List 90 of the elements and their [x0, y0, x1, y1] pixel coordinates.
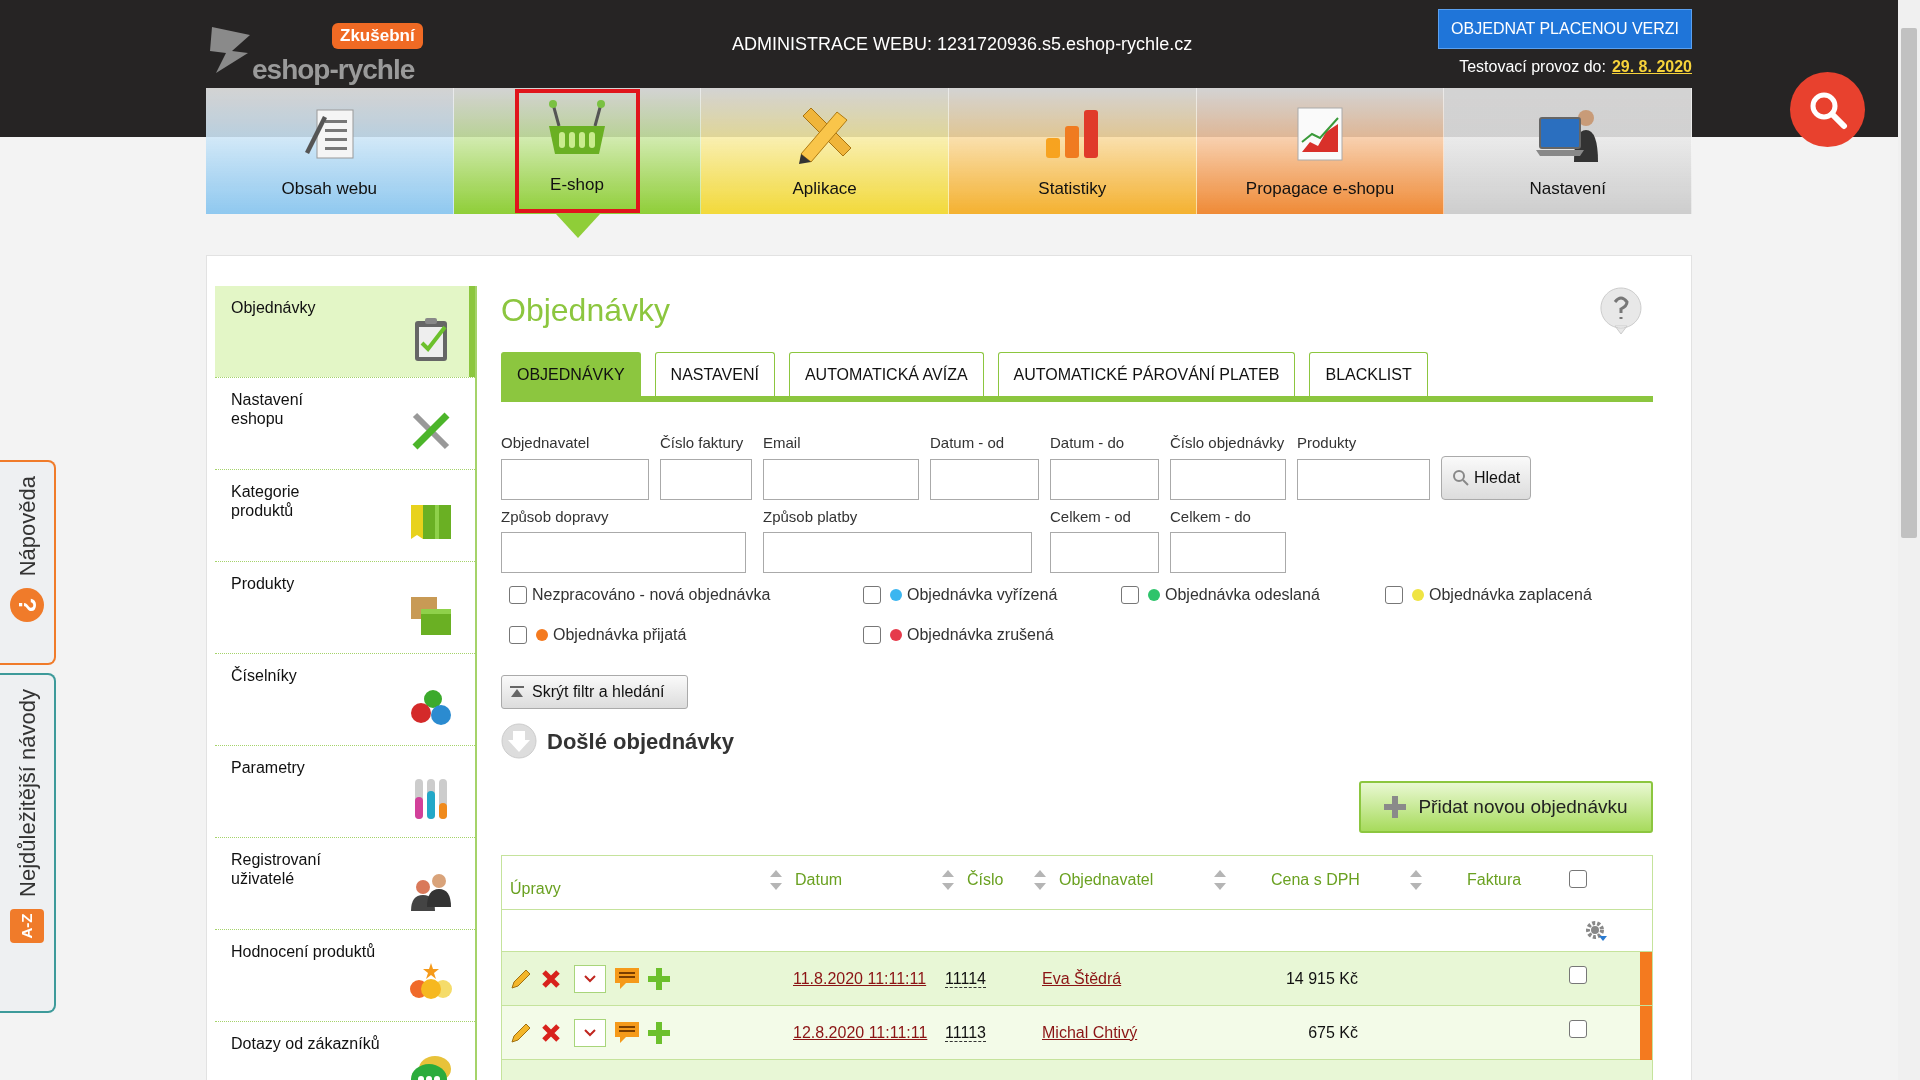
add-icon[interactable] — [648, 1021, 670, 1044]
field-label: Produkty — [1297, 433, 1357, 453]
field-label: Způsob dopravy — [501, 506, 609, 527]
field-label: Datum - do — [1050, 433, 1125, 453]
hide-filter-button[interactable]: Skrýt filtr a hledání — [501, 675, 688, 709]
field-label: Číslo faktury — [660, 433, 744, 453]
side-tab-label: Nejdůležitější návody — [13, 689, 41, 897]
admin-title: ADMINISTRACE WEBU: 1231720936.s5.eshop-rychle.cz — [731, 32, 1193, 56]
field-label: Celkem - od — [1050, 506, 1131, 527]
search-icon — [1452, 468, 1470, 487]
status-label: Objednávka odeslaná — [1165, 585, 1320, 605]
selected-pointer-icon — [555, 214, 600, 238]
order-price: 675 Kč — [1308, 1023, 1358, 1041]
customer-link[interactable]: Eva Štědrá — [1042, 969, 1122, 987]
select-all-checkbox[interactable] — [1569, 870, 1587, 888]
logo-text: eshop-rychle — [252, 53, 415, 87]
nav-tile[interactable]: Obsah webu — [206, 88, 454, 214]
order-number: 11113 — [945, 1023, 986, 1042]
input-field[interactable] — [1050, 532, 1159, 573]
field-label: Celkem - do — [1170, 506, 1251, 527]
tab[interactable]: OBJEDNÁVKY — [501, 352, 641, 396]
delete-icon[interactable] — [540, 967, 562, 990]
edition-badge: Zkušební — [332, 23, 423, 49]
field-label: Objednavatel — [501, 433, 590, 453]
status-checkbox[interactable] — [863, 626, 881, 644]
trial-label: Testovací provoz do: — [1459, 57, 1606, 77]
trial-date-link[interactable]: 29. 8. 2020 — [1611, 55, 1692, 79]
input-field[interactable] — [930, 458, 1039, 500]
settings-icon[interactable] — [1584, 918, 1608, 943]
order-button[interactable]: OBJEDNAT PLACENOU VERZI — [1438, 9, 1692, 49]
side-tab-label: Nápověda — [13, 476, 41, 577]
add-order-button[interactable]: Přidat novou objednávku — [1359, 781, 1653, 833]
sms-bubble-icon[interactable] — [614, 1020, 640, 1045]
nav-tile[interactable]: Nastavení — [1444, 88, 1693, 214]
order-number: 11114 — [945, 969, 986, 988]
tab[interactable]: BLACKLIST — [1309, 352, 1428, 396]
sms-bubble-icon[interactable] — [614, 966, 640, 991]
input-field[interactable] — [1297, 458, 1430, 500]
input-field[interactable] — [1050, 458, 1159, 500]
status-checkbox[interactable] — [1385, 586, 1403, 604]
status-checkbox[interactable] — [1121, 586, 1139, 604]
status-label: Objednávka zaplacená — [1429, 585, 1592, 605]
order-date-link[interactable]: 12.8.2020 11:11:11 — [793, 1023, 928, 1041]
sidebar-item[interactable]: Objednávky — [215, 286, 475, 377]
status-label: Objednávka přijatá — [553, 625, 687, 645]
input-field[interactable] — [763, 532, 1032, 573]
pencil-icon[interactable] — [510, 1021, 532, 1044]
order-price: 14 915 Kč — [1285, 969, 1358, 987]
status-checkbox[interactable] — [509, 586, 527, 604]
tab[interactable]: NASTAVENÍ — [654, 352, 775, 396]
input-field[interactable] — [1170, 532, 1286, 573]
field-label: Email — [763, 433, 801, 453]
chevron-down-icon — [584, 1028, 596, 1037]
input-field[interactable] — [660, 458, 752, 500]
side-tab[interactable]: Nápověda ? — [0, 460, 56, 665]
status-label: Objednávka vyřízená — [907, 585, 1058, 605]
status-checkbox[interactable] — [509, 626, 527, 644]
question-icon: ? — [10, 588, 44, 623]
input-field[interactable] — [1170, 458, 1286, 500]
dropdown-button[interactable] — [574, 964, 606, 993]
plus-icon — [1384, 796, 1407, 818]
input-field[interactable] — [501, 458, 649, 500]
status-label: Nezpracováno - nová objednávka — [532, 585, 771, 605]
input-field[interactable] — [501, 532, 746, 573]
delete-icon[interactable] — [540, 1021, 562, 1044]
customer-link[interactable]: Michal Chtivý — [1042, 1023, 1138, 1041]
section-title: Došlé objednávky — [547, 727, 735, 756]
nav-tile[interactable]: E-shop — [453, 88, 702, 214]
status-label: Objednávka zrušená — [907, 625, 1054, 645]
field-label: Datum - od — [930, 433, 1005, 453]
tab[interactable]: AUTOMATICKÁ AVÍZA — [788, 352, 984, 396]
row-checkbox[interactable] — [1569, 966, 1587, 984]
tab[interactable]: AUTOMATICKÉ PÁROVÁNÍ PLATEB — [997, 352, 1296, 396]
chevron-down-icon — [584, 974, 596, 983]
status-checkbox[interactable] — [863, 586, 881, 604]
order-date-link[interactable]: 11.8.2020 11:11:11 — [793, 969, 927, 987]
nav-tile[interactable]: Aplikace — [701, 88, 949, 214]
page-title: Objednávky — [501, 291, 670, 330]
pencil-icon[interactable] — [510, 967, 532, 990]
dropdown-button[interactable] — [574, 1018, 606, 1047]
nav-tile[interactable]: Propagace e-shopu — [1196, 88, 1445, 214]
search-submit-button[interactable]: Hledat — [1441, 455, 1532, 500]
nav-tile[interactable]: Statistiky — [949, 88, 1197, 214]
field-label: Způsob platby — [763, 506, 858, 527]
field-label: Číslo objednávky — [1170, 433, 1285, 453]
side-tab[interactable]: Nejdůležitější návody A-Z — [0, 673, 56, 1013]
collapse-icon — [510, 686, 524, 698]
input-field[interactable] — [763, 458, 919, 500]
row-checkbox[interactable] — [1569, 1020, 1587, 1038]
az-icon: A-Z — [10, 908, 44, 943]
